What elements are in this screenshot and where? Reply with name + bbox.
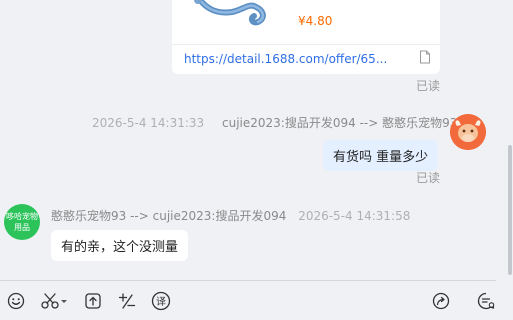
quick-phrase-button[interactable] — [117, 291, 137, 311]
product-price: ¥4.80 — [298, 14, 333, 28]
product-link[interactable]: https://detail.1688.com/offer/65... — [184, 52, 387, 66]
translate-icon: 译 — [151, 291, 171, 311]
divider — [172, 44, 440, 45]
message-sender: 憨憨乐宠物93 --> cujie2023:搜品开发094 — [51, 209, 287, 223]
message-header: 2026-5-4 14:31:33 cujie2023:搜品开发094 --> … — [92, 114, 457, 131]
chevron-down-icon — [61, 300, 67, 303]
product-thumbnail[interactable] — [182, 0, 272, 30]
chat-window: ¥4.80 https://detail.1688.com/offer/65..… — [0, 0, 513, 320]
read-status: 已读 — [416, 171, 441, 185]
avatar[interactable]: 哆哈宠物用品 — [4, 204, 40, 240]
message-sender: cujie2023:搜品开发094 --> 憨憨乐宠物93 — [222, 116, 458, 130]
message-time: 2026-5-4 14:31:58 — [298, 209, 411, 223]
input-toolbar: 译 — [0, 281, 513, 320]
message-bubble-incoming[interactable]: 有的亲，这个没测量 — [51, 230, 189, 261]
message-list[interactable]: ¥4.80 https://detail.1688.com/offer/65..… — [0, 0, 513, 280]
upload-icon — [85, 293, 101, 309]
chat-history-button[interactable] — [476, 291, 496, 311]
emoji-icon — [7, 292, 25, 310]
document-icon[interactable] — [419, 50, 431, 64]
scissors-icon — [41, 293, 67, 309]
upload-button[interactable] — [83, 291, 103, 311]
chat-history-icon — [477, 292, 495, 310]
svg-text:译: 译 — [156, 296, 166, 308]
emoji-button[interactable] — [6, 291, 26, 311]
share-icon — [432, 292, 450, 310]
cow-avatar-icon — [450, 114, 486, 150]
screenshot-button[interactable] — [40, 291, 68, 311]
product-card[interactable]: ¥4.80 https://detail.1688.com/offer/65..… — [172, 0, 440, 74]
message-header: 憨憨乐宠物93 --> cujie2023:搜品开发094 2026-5-4 1… — [51, 207, 410, 224]
message-time: 2026-5-4 14:31:33 — [92, 116, 205, 130]
translate-button[interactable]: 译 — [151, 291, 171, 311]
quick-phrase-icon — [118, 293, 136, 309]
share-button[interactable] — [431, 291, 451, 311]
scrollbar[interactable] — [508, 145, 512, 275]
message-bubble-outgoing[interactable]: 有货吗 重量多少 — [323, 140, 439, 171]
avatar[interactable] — [450, 114, 486, 150]
read-status: 已读 — [416, 79, 441, 93]
